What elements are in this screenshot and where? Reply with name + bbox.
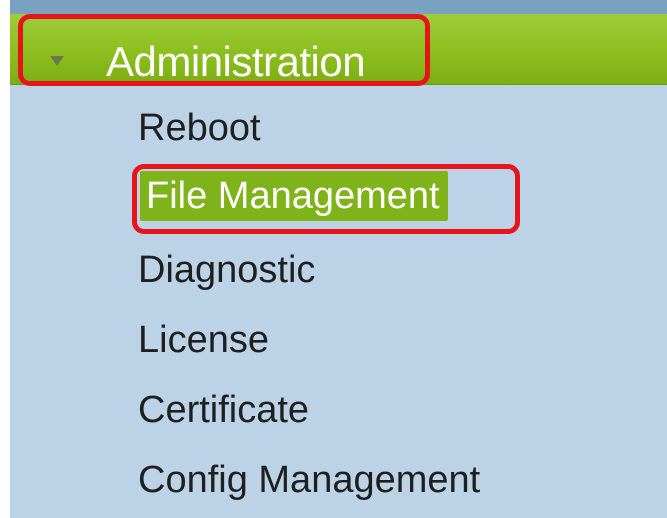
annotation-highlight-header	[18, 14, 430, 86]
menu-item-certificate[interactable]: Certificate	[138, 378, 309, 442]
navigation-panel: Administration Reboot File Management Di…	[10, 0, 667, 518]
menu-item-config-management[interactable]: Config Management	[138, 448, 480, 512]
menu-item-license[interactable]: License	[138, 308, 269, 372]
top-divider	[10, 0, 667, 14]
menu-item-diagnostic[interactable]: Diagnostic	[138, 238, 315, 302]
annotation-highlight-selected	[132, 164, 520, 234]
menu-item-reboot[interactable]: Reboot	[138, 96, 261, 160]
